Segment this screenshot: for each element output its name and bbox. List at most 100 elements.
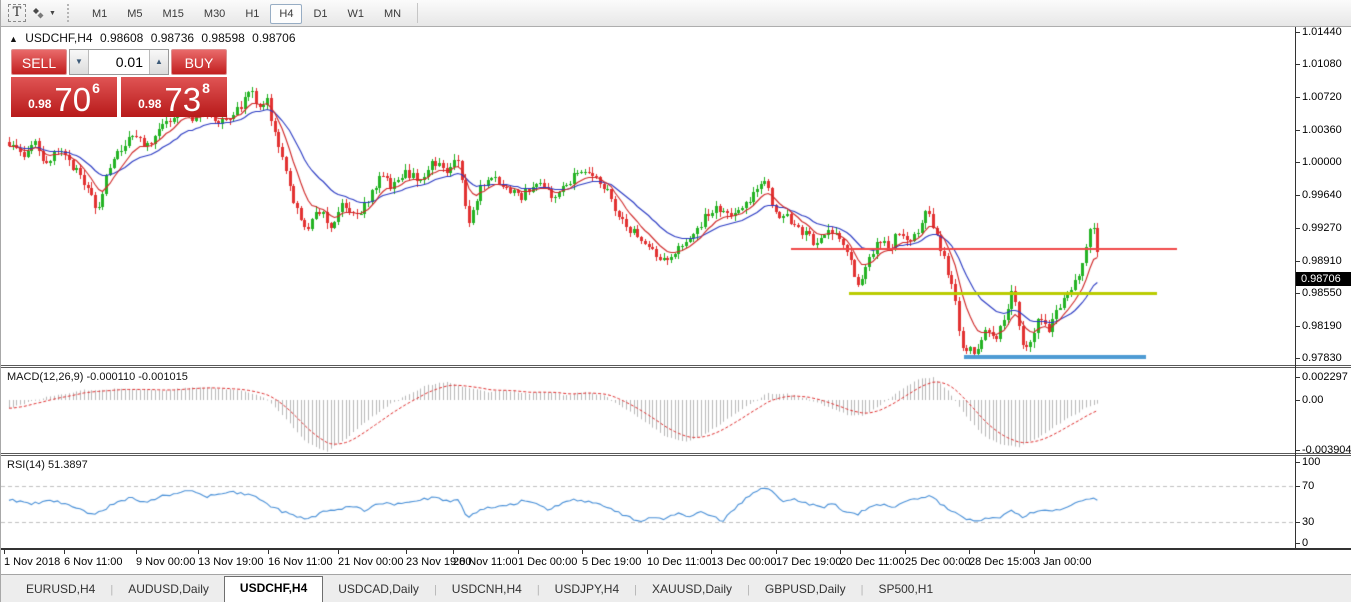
timeframe-button-mn[interactable]: MN bbox=[375, 4, 410, 24]
sell-button[interactable]: SELL bbox=[11, 49, 67, 75]
time-tick-mark bbox=[647, 550, 648, 554]
time-tick-mark bbox=[338, 550, 339, 554]
buy-price-big-digits: 73 bbox=[164, 84, 201, 115]
price-axis-label: 0.99270 bbox=[1302, 222, 1342, 234]
time-tick-mark bbox=[198, 550, 199, 554]
timeframe-button-m30[interactable]: M30 bbox=[195, 4, 234, 24]
time-axis-label: 10 Dec 11:00 bbox=[647, 556, 712, 568]
axis-tick-mark bbox=[1296, 326, 1300, 327]
chart-symbol-label: USDCHF,H4 bbox=[25, 31, 92, 45]
timeframe-button-m5[interactable]: M5 bbox=[118, 4, 151, 24]
time-tick-mark bbox=[4, 550, 5, 554]
axis-tick-mark bbox=[1296, 400, 1300, 401]
time-axis[interactable]: 1 Nov 20186 Nov 11:009 Nov 00:0013 Nov 1… bbox=[1, 550, 1295, 574]
rsi-axis-label: 30 bbox=[1302, 516, 1314, 528]
buy-price-pipette: 8 bbox=[202, 80, 210, 96]
rsi-axis-label: 100 bbox=[1302, 456, 1320, 468]
sell-price-big-digits: 70 bbox=[54, 84, 91, 115]
axis-tick-mark bbox=[1296, 228, 1300, 229]
sell-price-prefix: 0.98 bbox=[28, 97, 51, 111]
time-axis-label: 13 Nov 19:00 bbox=[198, 556, 263, 568]
price-axis-label: 1.00360 bbox=[1302, 124, 1342, 136]
volume-input[interactable] bbox=[89, 50, 149, 74]
arrows-tool-icon[interactable]: ▼ bbox=[30, 2, 56, 24]
rsi-axis-label: 0 bbox=[1302, 537, 1308, 549]
time-axis-label: 5 Dec 19:00 bbox=[582, 556, 641, 568]
chart-title: ▲ USDCHF,H4 0.98608 0.98736 0.98598 0.98… bbox=[9, 31, 300, 45]
axis-tick-mark bbox=[1296, 64, 1300, 65]
price-axis-label: 0.98550 bbox=[1302, 287, 1342, 299]
rsi-label: RSI(14) 51.3897 bbox=[7, 459, 88, 471]
chart-tab-usdchf[interactable]: USDCHF,H4 bbox=[224, 576, 323, 602]
timeframe-button-m15[interactable]: M15 bbox=[154, 4, 193, 24]
time-tick-mark bbox=[711, 550, 712, 554]
time-tick-mark bbox=[776, 550, 777, 554]
macd-indicator-canvas[interactable] bbox=[1, 368, 1295, 453]
arrows-icon bbox=[30, 5, 46, 21]
time-axis-label: 25 Dec 00:00 bbox=[905, 556, 970, 568]
mt4-window: T ▼ M1M5M15M30H1H4D1W1MN ▲ USDCHF,H4 0.9… bbox=[0, 0, 1351, 602]
time-tick-mark bbox=[840, 550, 841, 554]
text-tool-glyph: T bbox=[8, 4, 26, 22]
toolbar-drag-handle[interactable] bbox=[67, 4, 74, 22]
time-axis-label: 6 Nov 11:00 bbox=[64, 556, 123, 568]
rsi-axis-label: 70 bbox=[1302, 480, 1314, 492]
axis-tick-mark bbox=[1296, 162, 1300, 163]
timeframe-button-h1[interactable]: H1 bbox=[236, 4, 268, 24]
text-tool-icon[interactable]: T bbox=[6, 2, 28, 24]
axis-tick-mark bbox=[1296, 293, 1300, 294]
time-tick-mark bbox=[518, 550, 519, 554]
chart-tab-eurusd[interactable]: EURUSD,H4 bbox=[11, 578, 110, 602]
chart-tab-audusd[interactable]: AUDUSD,Daily bbox=[113, 578, 224, 602]
chevron-down-icon: ▼ bbox=[49, 10, 56, 17]
price-axis-label: 0.97830 bbox=[1302, 352, 1342, 364]
ohlc-low: 0.98598 bbox=[201, 31, 244, 45]
time-tick-mark bbox=[1034, 550, 1035, 554]
current-price-tag: 0.98706 bbox=[1296, 272, 1351, 286]
time-axis-label: 21 Nov 00:00 bbox=[338, 556, 403, 568]
buy-price-display[interactable]: 0.98 73 8 bbox=[121, 77, 227, 117]
axis-tick-mark bbox=[1296, 462, 1300, 463]
rsi-indicator-canvas[interactable] bbox=[1, 456, 1295, 548]
time-axis-label: 17 Dec 19:00 bbox=[776, 556, 841, 568]
axis-tick-mark bbox=[1296, 261, 1300, 262]
volume-decrease-button[interactable]: ▼ bbox=[70, 50, 89, 74]
time-tick-mark bbox=[268, 550, 269, 554]
chart-tab-sp500[interactable]: SP500,H1 bbox=[863, 578, 948, 602]
time-axis-label: 28 Nov 11:00 bbox=[453, 556, 518, 568]
collapse-triangle-icon[interactable]: ▲ bbox=[9, 34, 18, 44]
volume-stepper: ▼ ▲ bbox=[69, 49, 169, 75]
chart-tab-usdjpy[interactable]: USDJPY,H4 bbox=[540, 578, 634, 602]
axis-tick-mark bbox=[1296, 543, 1300, 544]
buy-button[interactable]: BUY bbox=[171, 49, 227, 75]
sell-price-display[interactable]: 0.98 70 6 bbox=[11, 77, 117, 117]
ohlc-high: 0.98736 bbox=[151, 31, 194, 45]
macd-axis-label: 0.002297 bbox=[1302, 371, 1348, 383]
time-tick-mark bbox=[582, 550, 583, 554]
chart-tab-xauusd[interactable]: XAUUSD,Daily bbox=[637, 578, 747, 602]
time-tick-mark bbox=[136, 550, 137, 554]
timeframe-button-h4[interactable]: H4 bbox=[270, 4, 302, 24]
time-axis-label: 13 Dec 00:00 bbox=[711, 556, 776, 568]
toolbar-separator bbox=[417, 3, 418, 23]
timeframe-button-w1[interactable]: W1 bbox=[339, 4, 374, 24]
timeframe-button-d1[interactable]: D1 bbox=[304, 4, 336, 24]
macd-axis-label: 0.00 bbox=[1302, 394, 1323, 406]
axis-tick-mark bbox=[1296, 522, 1300, 523]
volume-increase-button[interactable]: ▲ bbox=[149, 50, 168, 74]
chart-tab-usdcad[interactable]: USDCAD,Daily bbox=[323, 578, 434, 602]
time-axis-label: 1 Nov 2018 bbox=[4, 556, 60, 568]
sell-price-pipette: 6 bbox=[92, 80, 100, 96]
axis-tick-mark bbox=[1296, 32, 1300, 33]
timeframe-button-m1[interactable]: M1 bbox=[83, 4, 116, 24]
axis-tick-mark bbox=[1296, 358, 1300, 359]
time-axis-label: 20 Dec 11:00 bbox=[840, 556, 905, 568]
chart-workspace: ▲ USDCHF,H4 0.98 6 0 8 0.98736 0.98598 0.98… bbox=[1, 27, 1351, 574]
ohlc-close: 0.98706 bbox=[252, 31, 295, 45]
chart-tab-gbpusd[interactable]: GBPUSD,Daily bbox=[750, 578, 861, 602]
price-axis-label: 0.99640 bbox=[1302, 189, 1342, 201]
time-tick-mark bbox=[969, 550, 970, 554]
buy-price-prefix: 0.98 bbox=[138, 97, 161, 111]
time-axis-label: 3 Jan 00:00 bbox=[1034, 556, 1092, 568]
chart-tab-usdcnh[interactable]: USDCNH,H4 bbox=[437, 578, 537, 602]
